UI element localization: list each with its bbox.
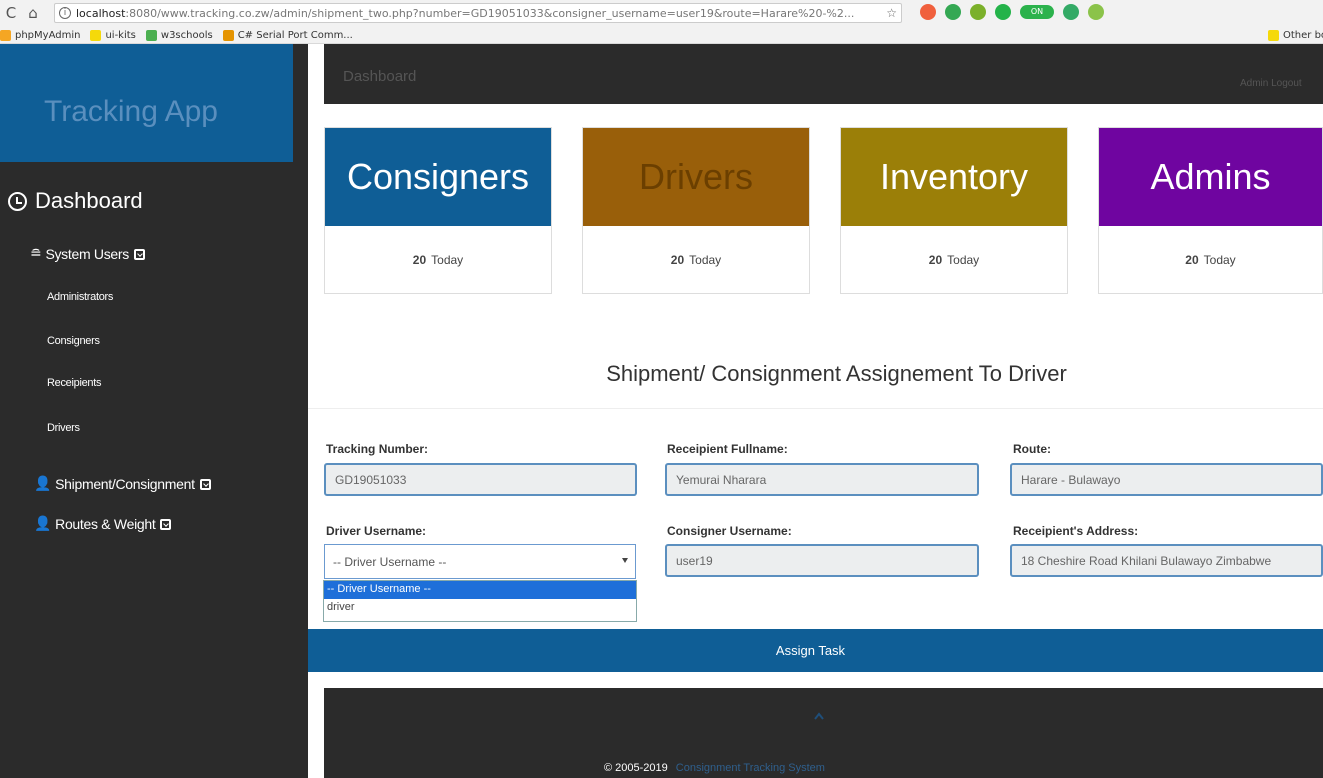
bookmark-item[interactable]: C# Serial Port Comm... (222, 29, 353, 41)
briefcase-icon: ≘ (30, 246, 42, 262)
top-navbar (324, 44, 1323, 104)
card-suffix: Today (947, 253, 980, 267)
expand-icon (133, 248, 145, 260)
driver-dropdown-list: -- Driver Username -- driver (323, 580, 637, 622)
card-title: Admins (1099, 128, 1322, 226)
card-suffix: Today (1203, 253, 1236, 267)
card-count: 20 (928, 253, 943, 267)
bookmark-item[interactable]: w3schools (145, 29, 213, 41)
user-icon: 👤 (34, 476, 52, 492)
power-icon[interactable] (995, 4, 1011, 20)
driver-option[interactable]: driver (324, 599, 636, 617)
sidebar-item-administrators[interactable]: Administrators (47, 291, 113, 303)
copyright-text: © 2005-2019 (604, 762, 668, 774)
card-suffix: Today (689, 253, 722, 267)
footer-copyright: © 2005-2019 Consignment Tracking System (604, 762, 825, 774)
extension-icon[interactable] (920, 4, 936, 20)
topbar-user-links[interactable]: Admin Logout (1240, 78, 1302, 89)
url-host: localhost (76, 6, 126, 20)
sidebar-item-system-users[interactable]: ≘ System Users (30, 246, 145, 262)
expand-icon (160, 518, 172, 530)
consigner-username-field[interactable]: user19 (665, 544, 979, 577)
card-suffix: Today (431, 253, 464, 267)
scroll-up-icon[interactable] (813, 710, 825, 722)
extension-toggle[interactable]: ON (1020, 5, 1054, 19)
recipient-address-label: Receipient's Address: (1013, 524, 1139, 538)
card-title: Drivers (583, 128, 809, 226)
dashboard-icon (8, 191, 27, 211)
bookmark-icon (0, 29, 11, 41)
extension-icon[interactable] (945, 4, 961, 20)
card-title: Consigners (325, 128, 551, 226)
card-drivers[interactable]: Drivers 20 Today (582, 127, 810, 294)
card-count: 20 (1185, 253, 1199, 267)
sidebar-item-drivers[interactable]: Drivers (47, 422, 80, 434)
other-bookmarks[interactable]: Other bo (1268, 29, 1323, 41)
recipient-fullname-label: Receipient Fullname: (667, 442, 788, 456)
card-title: Inventory (841, 128, 1067, 226)
address-bar[interactable]: i localhost :8080/www.tracking.co.zw/adm… (54, 3, 902, 23)
topbar-dashboard-link[interactable]: Dashboard (343, 68, 416, 85)
tracking-number-field[interactable]: GD19051033 (324, 463, 637, 496)
card-footer: 20 Today (841, 226, 1067, 294)
sidebar-item-routes[interactable]: 👤 Routes & Weight (34, 516, 172, 532)
url-path: :8080/www.tracking.co.zw/admin/shipment_… (125, 6, 855, 20)
reload-icon[interactable]: C (0, 4, 22, 22)
user-icon: 👤 (34, 516, 52, 532)
bookmarks-bar: phpMyAdmin ui-kits w3schools C# Serial P… (0, 26, 1323, 44)
driver-username-select[interactable]: -- Driver Username -- (324, 544, 636, 579)
route-label: Route: (1013, 442, 1051, 456)
consigner-username-label: Consigner Username: (667, 524, 792, 538)
card-footer: 20 Today (1099, 226, 1322, 294)
sidebar-item-dashboard[interactable]: Dashboard (8, 188, 143, 214)
extension-icons: ON (920, 4, 1104, 20)
tracking-number-label: Tracking Number: (326, 442, 429, 456)
card-admins[interactable]: Admins 20 Today (1098, 127, 1323, 294)
folder-icon (90, 29, 102, 41)
extension-icon[interactable] (1063, 4, 1079, 20)
brand-title[interactable]: Tracking App (44, 95, 218, 129)
card-count: 20 (670, 253, 685, 267)
driver-username-label: Driver Username: (326, 524, 427, 538)
folder-icon (1268, 29, 1279, 41)
bookmark-item[interactable]: phpMyAdmin (0, 29, 80, 41)
recipient-address-field[interactable]: 18 Cheshire Road Khilani Bulawayo Zimbab… (1010, 544, 1323, 577)
card-footer: 20 Today (325, 226, 551, 294)
bookmark-icon (222, 29, 234, 41)
card-count: 20 (412, 253, 427, 267)
card-inventory[interactable]: Inventory 20 Today (840, 127, 1068, 294)
card-footer: 20 Today (583, 226, 809, 294)
bookmark-item[interactable]: ui-kits (90, 29, 136, 41)
chevron-down-icon (622, 558, 628, 563)
site-info-icon[interactable]: i (59, 7, 71, 19)
route-field[interactable]: Harare - Bulawayo (1010, 463, 1323, 496)
extension-icon[interactable] (1088, 4, 1104, 20)
bookmark-star-icon[interactable]: ☆ (886, 6, 897, 20)
card-consigners[interactable]: Consigners 20 Today (324, 127, 552, 294)
bookmark-icon (145, 29, 157, 41)
driver-select-value: -- Driver Username -- (333, 554, 447, 569)
expand-icon (199, 478, 211, 490)
recipient-fullname-field[interactable]: Yemurai Nharara (665, 463, 979, 496)
page-title: Shipment/ Consignment Assignement To Dri… (606, 361, 1067, 386)
extension-icon[interactable] (970, 4, 986, 20)
home-icon[interactable]: ⌂ (22, 4, 44, 22)
sidebar-item-shipment[interactable]: 👤 Shipment/Consignment (34, 476, 211, 492)
sidebar-item-consigners[interactable]: Consigners (47, 335, 100, 347)
assign-task-button[interactable]: Assign Task (308, 629, 1323, 672)
footer-link[interactable]: Consignment Tracking System (676, 762, 825, 774)
driver-option[interactable]: -- Driver Username -- (324, 581, 636, 599)
